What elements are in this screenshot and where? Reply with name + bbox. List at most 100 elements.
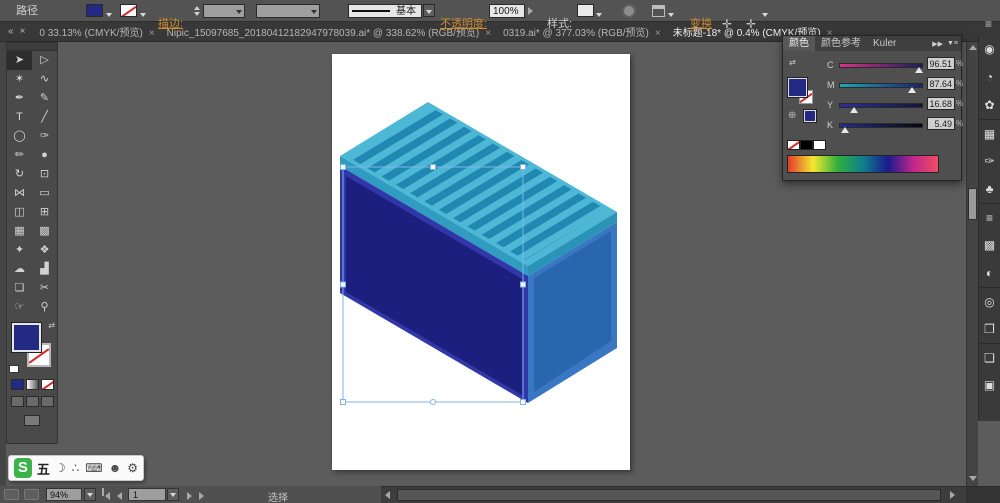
artboard-page[interactable] xyxy=(332,54,630,470)
control-bar-menu-icon[interactable]: ≡ xyxy=(985,13,992,35)
tab-color[interactable]: 颜色 xyxy=(783,36,815,51)
column-graph-tool[interactable]: ▟ xyxy=(32,260,57,279)
brushes-panel-icon[interactable]: ✑ xyxy=(979,147,1000,175)
channel-value-field[interactable]: 87.64 xyxy=(927,77,955,90)
white-swatch[interactable] xyxy=(813,140,826,150)
kuler-panel-icon[interactable]: ✿ xyxy=(979,91,1000,119)
distribute-icon[interactable]: ✛ xyxy=(722,13,732,35)
panel-menu-icon[interactable]: ▼≡ xyxy=(947,40,958,48)
slider-thumb[interactable] xyxy=(915,67,924,73)
tab-bar-close-icon[interactable]: × xyxy=(20,26,26,37)
shape-mode-icon[interactable]: ✛ xyxy=(746,13,756,35)
artboard-number-field[interactable]: 1 xyxy=(128,488,166,501)
artboard-tool[interactable]: ❏ xyxy=(7,279,32,298)
fill-dropdown-icon[interactable] xyxy=(106,9,112,21)
stroke-style-dropdown-icon[interactable] xyxy=(423,4,435,17)
last-artboard-button[interactable] xyxy=(196,488,208,501)
stroke-style-dropdown[interactable]: 基本 xyxy=(348,4,422,18)
paintbrush-tool[interactable]: ✑ xyxy=(32,127,57,146)
none-swatch[interactable] xyxy=(787,140,800,150)
black-swatch[interactable] xyxy=(800,140,813,150)
stroke-color-well[interactable] xyxy=(120,4,137,17)
free-transform-tool[interactable]: ▭ xyxy=(32,184,57,203)
type-tool[interactable]: T xyxy=(7,108,32,127)
vertical-scroll-thumb[interactable] xyxy=(968,188,977,220)
container-artwork[interactable] xyxy=(332,54,630,470)
channel-value-field[interactable]: 96.51 xyxy=(927,57,955,70)
zoom-tool[interactable]: ⚲ xyxy=(32,298,57,317)
scroll-right-icon[interactable] xyxy=(950,491,955,499)
pencil-tool[interactable]: ✏ xyxy=(7,146,32,165)
blend-tool[interactable]: ❖ xyxy=(32,241,57,260)
stroke-weight-dropdown[interactable] xyxy=(203,4,245,18)
stroke-panel-icon[interactable]: ≡ xyxy=(979,203,1000,231)
symbols-panel-icon[interactable]: ♣ xyxy=(979,175,1000,203)
document-tab[interactable]: 0 33.13% (CMYK/预览) × xyxy=(33,24,160,39)
stroke-weight-stepper[interactable] xyxy=(192,4,201,18)
draw-inside-button[interactable] xyxy=(40,396,54,407)
opacity-label[interactable]: 不透明度: xyxy=(440,13,487,35)
channel-value-field[interactable]: 16.68 xyxy=(927,97,955,110)
default-fill-stroke-icon[interactable] xyxy=(9,365,19,373)
color-spectrum-bar[interactable] xyxy=(787,155,939,173)
layers-panel-icon[interactable]: ❏ xyxy=(979,343,1000,371)
first-artboard-button[interactable] xyxy=(102,488,114,501)
zoom-dropdown-icon[interactable] xyxy=(84,488,96,501)
shape-mode-dropdown-icon[interactable] xyxy=(762,9,768,21)
vertical-scrollbar[interactable] xyxy=(966,42,978,486)
ellipse-tool[interactable]: ◯ xyxy=(7,127,32,146)
horizontal-scrollbar[interactable] xyxy=(381,486,1000,503)
horizontal-scroll-thumb[interactable] xyxy=(397,489,941,501)
opacity-flyout-icon[interactable] xyxy=(528,7,533,15)
color-panel-icon[interactable]: ◉ xyxy=(979,35,1000,63)
tab-color-guide[interactable]: 颜色参考 xyxy=(815,36,867,51)
tools-panel-header[interactable] xyxy=(7,43,57,51)
status-icon-left[interactable] xyxy=(4,489,19,500)
swatches-panel-icon[interactable]: ▦ xyxy=(979,119,1000,147)
keyboard-icon[interactable]: ⌨ xyxy=(85,461,102,475)
channel-slider[interactable] xyxy=(839,103,923,113)
status-icon-edit[interactable] xyxy=(24,489,39,500)
panel-expand-icon[interactable]: ▶▶ xyxy=(932,40,943,48)
eyedropper-tool[interactable]: ✦ xyxy=(7,241,32,260)
slice-tool[interactable]: ✂ xyxy=(32,279,57,298)
blob-brush-tool[interactable]: ● xyxy=(32,146,57,165)
selection-tool[interactable]: ➤ xyxy=(7,51,32,70)
opacity-field[interactable]: 100% xyxy=(489,4,525,18)
channel-slider[interactable] xyxy=(839,123,923,133)
sogou-logo-icon[interactable]: S xyxy=(14,458,32,478)
fill-color-well[interactable] xyxy=(86,4,103,17)
brush-definition-dropdown[interactable] xyxy=(256,4,320,18)
fill-swatch[interactable] xyxy=(11,322,42,353)
gradient-panel-icon[interactable]: ▩ xyxy=(979,231,1000,259)
dots-icon[interactable]: ∴ xyxy=(72,461,80,475)
symbol-sprayer-tool[interactable]: ☁ xyxy=(7,260,32,279)
style-swatch[interactable] xyxy=(577,4,594,17)
swap-fill-stroke-icon[interactable]: ⇄ xyxy=(48,321,55,330)
transform-link[interactable]: 变换 xyxy=(690,13,712,35)
none-mode-button[interactable] xyxy=(40,379,54,390)
scale-tool[interactable]: ⊡ xyxy=(32,165,57,184)
hand-tool[interactable]: ☞ xyxy=(7,298,32,317)
shape-builder-tool[interactable]: ◫ xyxy=(7,203,32,222)
magic-wand-tool[interactable]: ✶ xyxy=(7,70,32,89)
person-icon[interactable]: ☻ xyxy=(109,461,122,475)
channel-slider[interactable] xyxy=(839,83,923,93)
previous-artboard-button[interactable] xyxy=(114,488,126,501)
moon-icon[interactable]: ☽ xyxy=(55,461,66,475)
scroll-left-icon[interactable] xyxy=(385,491,390,499)
slider-thumb[interactable] xyxy=(849,107,858,113)
next-artboard-button[interactable] xyxy=(184,488,196,501)
artboards-panel-icon[interactable]: ▣ xyxy=(979,371,1000,399)
width-tool[interactable]: ⋈ xyxy=(7,184,32,203)
align-dropdown-icon[interactable] xyxy=(668,9,674,21)
mesh-tool[interactable]: ▦ xyxy=(7,222,32,241)
lasso-tool[interactable]: ∿ xyxy=(32,70,57,89)
channel-value-field[interactable]: 5.49 xyxy=(927,117,955,130)
graphic-styles-panel-icon[interactable]: ❒ xyxy=(979,315,1000,343)
perspective-grid-tool[interactable]: ⊞ xyxy=(32,203,57,222)
artboard-dropdown-icon[interactable] xyxy=(167,488,179,501)
color-guide-panel-icon[interactable]: ◔ xyxy=(979,63,1000,91)
color-mode-button[interactable] xyxy=(10,379,24,390)
close-icon[interactable]: × xyxy=(149,28,155,39)
